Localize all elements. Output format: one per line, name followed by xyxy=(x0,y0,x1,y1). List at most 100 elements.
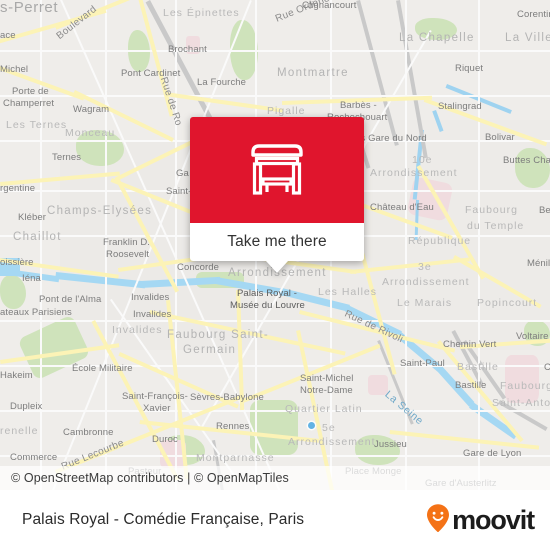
map-label: Dupleix xyxy=(10,401,43,412)
map-label: Chemin Vert xyxy=(443,339,497,350)
map-label: oissière xyxy=(0,257,34,268)
map-label: ace xyxy=(0,30,16,41)
map-label: Faubourg xyxy=(500,380,550,392)
map-label: Invalides xyxy=(112,324,163,336)
map-label: Gare de Lyon xyxy=(463,448,522,459)
map-label: Pont de l'Alma xyxy=(39,294,102,305)
map-label: Montparnasse xyxy=(196,452,275,464)
map-label: Sèvres-Babylone xyxy=(190,392,264,403)
map-label: République xyxy=(408,235,472,247)
park xyxy=(515,148,550,188)
map-label: La Fourche xyxy=(197,77,247,88)
map-label: Notre-Dame xyxy=(300,385,353,396)
moovit-station-map-page: s-Perret Boulevard Les Épinettes Rue Ordene… xyxy=(0,0,550,550)
map-label: Pont Cardinet xyxy=(121,68,181,79)
map-label: rgentine xyxy=(0,183,36,194)
map-label: École Militaire xyxy=(72,363,133,374)
page-title: Palais Royal - Comédie Française, Paris xyxy=(22,511,305,528)
map-label: Les Ternes xyxy=(6,119,68,131)
map-label: Les Halles xyxy=(318,286,378,298)
bus-shelter-icon xyxy=(246,142,308,198)
map-label: Franklin D. xyxy=(103,237,151,248)
map-label: Barbès - xyxy=(340,100,377,111)
map-label: Stalingrad xyxy=(438,101,482,112)
map-label: du Temple xyxy=(467,220,525,232)
footer-bar: Palais Royal - Comédie Française, Paris … xyxy=(0,490,550,550)
map-label: ris Gare du Nord xyxy=(355,133,427,144)
map-attribution: © OpenStreetMap contributors | © OpenMap… xyxy=(0,466,550,490)
map-label: Duroc xyxy=(152,434,178,445)
map-label: Faubourg xyxy=(465,204,518,216)
map-label: 10e xyxy=(412,154,433,166)
map-label: Saint-Antoi xyxy=(492,397,550,409)
map-label: Champs-Elysées xyxy=(47,205,153,217)
map-block-special xyxy=(505,355,539,403)
map-label: Monceau xyxy=(65,127,116,139)
popup-pointer xyxy=(266,261,288,273)
moovit-logo[interactable]: moovit xyxy=(425,503,535,538)
street xyxy=(0,320,550,322)
map-label: Le Marais xyxy=(397,297,453,309)
map-label: La Villette xyxy=(505,32,550,44)
map-label: Cambronne xyxy=(63,427,114,438)
map-label: renelle xyxy=(0,425,39,437)
map-label: Bastille xyxy=(457,361,499,373)
map-label: Ménilm xyxy=(527,258,550,269)
map-label: Clignancourt xyxy=(302,0,357,11)
map-label: Arrondissement xyxy=(382,276,470,288)
map-label: Hakeim xyxy=(0,370,33,381)
map-label: Concorde xyxy=(177,262,219,273)
map-label: Rennes xyxy=(216,421,250,432)
map-label: Bolivar xyxy=(485,132,515,143)
moovit-pin-icon xyxy=(425,503,451,538)
map-label: Faubourg Saint- xyxy=(167,329,269,341)
map-label: Germain xyxy=(183,344,237,356)
map-label: C xyxy=(544,362,550,373)
map-label: Montmartre xyxy=(277,67,349,79)
map-label: Kléber xyxy=(18,212,47,223)
map-block-special xyxy=(368,375,388,395)
map-label: Ga xyxy=(176,168,189,179)
map-label: La Chapelle xyxy=(399,32,475,44)
street xyxy=(40,0,42,490)
map-label: Porte de xyxy=(12,86,49,97)
map-label: Saint-Paul xyxy=(400,358,445,369)
map-label: Corentin xyxy=(517,9,550,20)
map-label: 5e xyxy=(322,422,336,434)
map-label: Voltaire xyxy=(516,331,549,342)
map-label: Iéna xyxy=(22,273,41,284)
map-label: Be xyxy=(539,205,550,216)
map-label: Xavier xyxy=(143,403,171,414)
popup-icon-panel xyxy=(190,117,364,223)
map-label: Commerce xyxy=(10,452,58,463)
map-stop-marker[interactable] xyxy=(308,422,315,429)
map-label: Roosevelt xyxy=(106,249,150,260)
map-label: Saint- xyxy=(166,186,192,197)
map-label: ateaux Parisiens xyxy=(0,307,72,318)
map-label: Saint-François- xyxy=(122,391,188,402)
map-label: Ternes xyxy=(52,152,82,163)
map-label: Wagram xyxy=(73,104,110,115)
moovit-wordmark: moovit xyxy=(452,504,535,535)
take-me-there-button[interactable]: Take me there xyxy=(190,223,364,261)
map-stop-label[interactable]: Musée du Louvre xyxy=(230,300,305,311)
map-label: Jussieu xyxy=(374,439,407,450)
station-popup-card[interactable]: Take me there xyxy=(190,117,364,273)
map-label: Invalides xyxy=(133,309,172,320)
map-label: Michel xyxy=(0,64,29,75)
map-label: Château d'Eau xyxy=(370,202,434,213)
map-label: 3e xyxy=(418,261,432,273)
map-label: Pigalle xyxy=(267,105,306,117)
map-label: Brochant xyxy=(168,44,207,55)
map-label: Bastille xyxy=(455,380,487,391)
map-label: Chaillot xyxy=(13,231,62,243)
map-label: Arrondissement xyxy=(370,167,458,179)
map-label: Riquet xyxy=(455,63,484,74)
map-label: Buttes Cha xyxy=(503,155,550,166)
map-stop-label[interactable]: Palais Royal - xyxy=(237,288,297,299)
map-label: Quartier Latin xyxy=(285,403,363,415)
map-label: Les Épinettes xyxy=(163,7,240,19)
map-label: Champerret xyxy=(3,98,55,109)
map-label: Arrondissement xyxy=(288,436,376,448)
map-label: Saint-Michel xyxy=(300,373,354,384)
